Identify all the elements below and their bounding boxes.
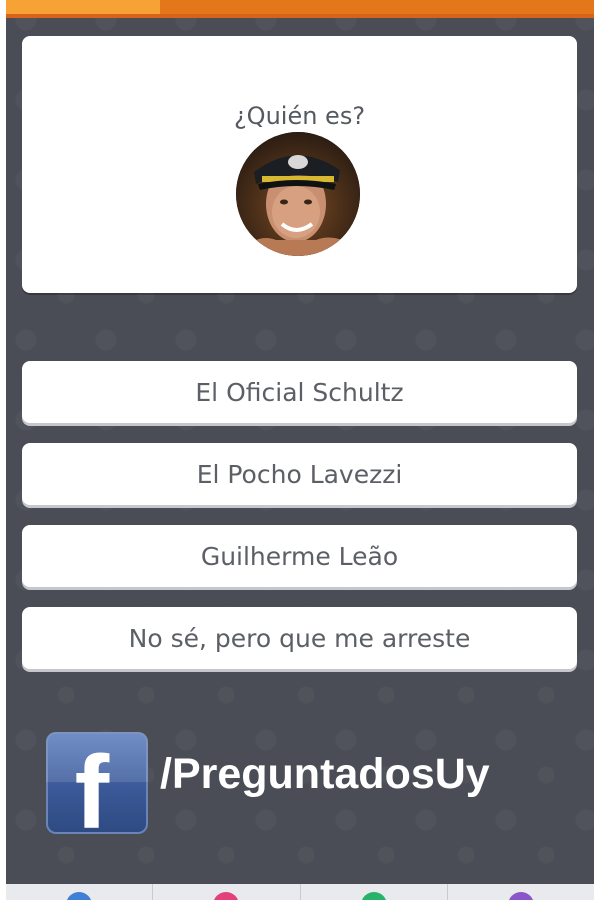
facebook-banner[interactable]: f /PreguntadosUy xyxy=(46,732,566,834)
answer-button[interactable]: El Pocho Lavezzi xyxy=(22,443,577,505)
question-photo xyxy=(236,132,360,256)
answer-button[interactable]: Guilherme Leão xyxy=(22,525,577,587)
green-category-icon xyxy=(360,892,387,900)
question-text: ¿Quién es? xyxy=(233,102,366,130)
facebook-handle[interactable]: /PreguntadosUy xyxy=(160,750,490,799)
blue-category-icon xyxy=(66,892,93,900)
top-bar xyxy=(6,0,594,18)
purple-category-icon xyxy=(507,892,534,900)
person-photo-icon xyxy=(236,132,360,256)
nav-item-blue[interactable] xyxy=(6,884,154,900)
facebook-logo-letter: f xyxy=(75,735,110,834)
answer-button[interactable]: El Oficial Schultz xyxy=(22,361,577,423)
top-bar-underline xyxy=(6,14,594,18)
answer-button[interactable]: No sé, pero que me arreste xyxy=(22,607,577,669)
game-screen: ¿Quién es? El Oficial Schultz El Pocho L… xyxy=(6,0,594,900)
bottom-nav xyxy=(6,884,594,900)
nav-item-green[interactable] xyxy=(301,884,448,900)
question-card: ¿Quién es? xyxy=(22,36,577,293)
pink-category-icon xyxy=(213,892,240,900)
nav-item-pink[interactable] xyxy=(153,884,301,900)
facebook-logo-icon: f xyxy=(46,732,148,834)
nav-item-purple[interactable] xyxy=(448,884,594,900)
